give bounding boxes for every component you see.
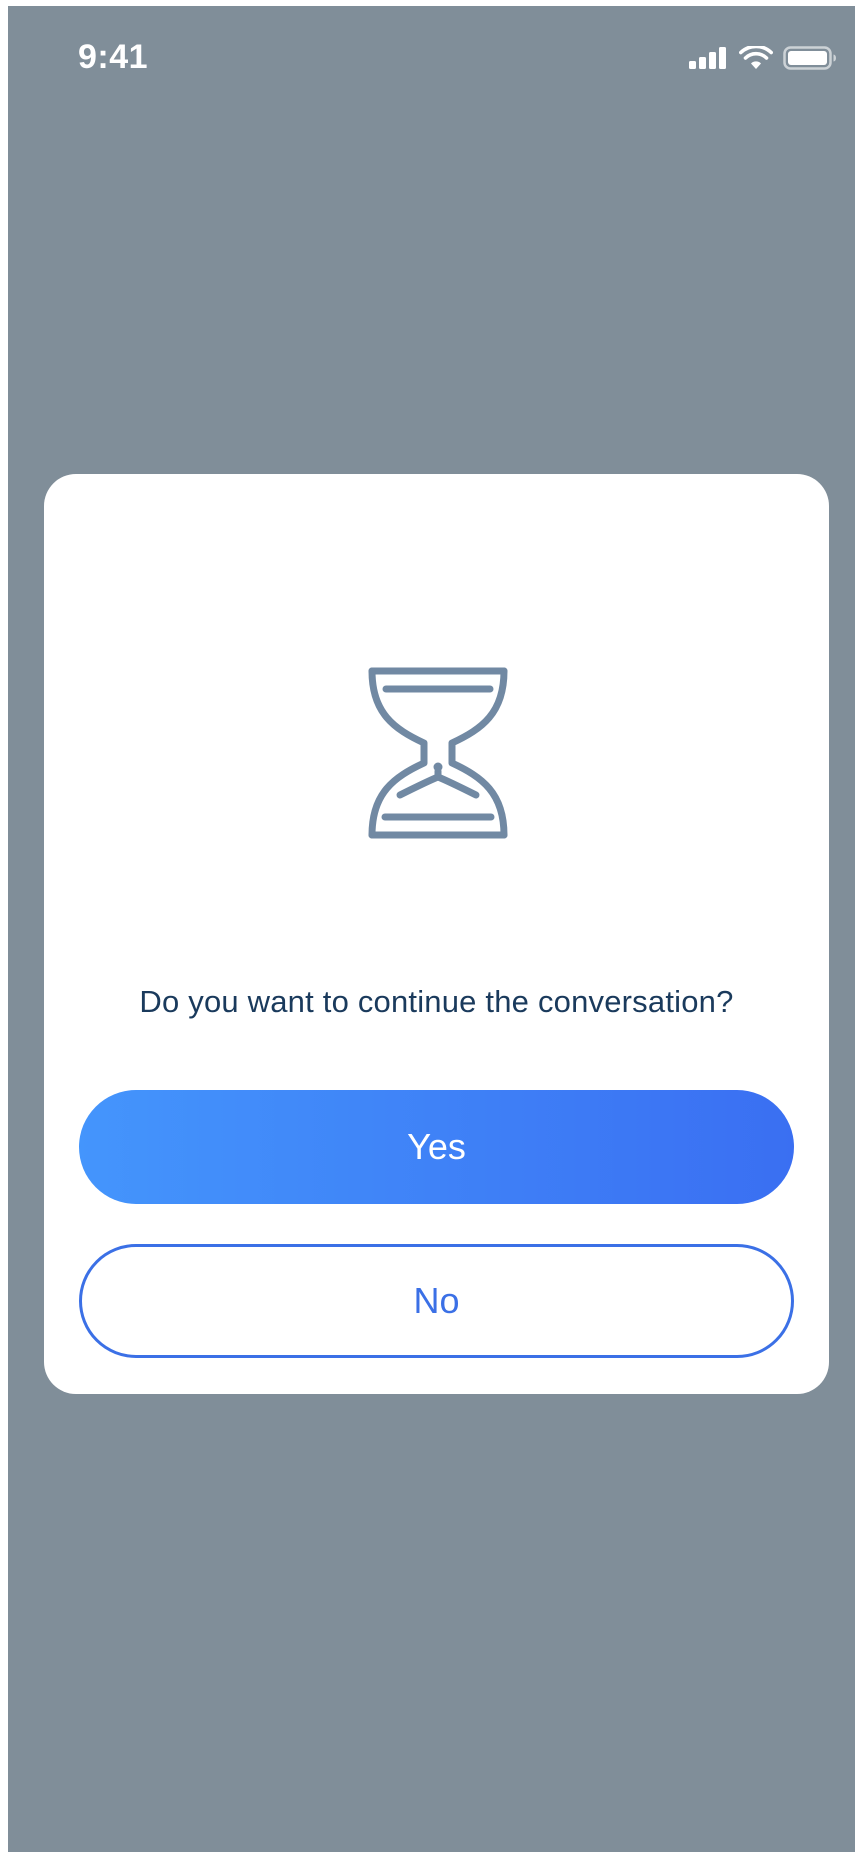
yes-button-label: Yes	[407, 1126, 466, 1167]
no-button[interactable]: No	[79, 1244, 794, 1358]
no-button-label: No	[413, 1280, 460, 1321]
battery-icon	[783, 46, 837, 70]
hourglass-icon	[368, 667, 508, 839]
wifi-icon	[739, 46, 773, 70]
status-bar: 9:41	[8, 6, 855, 106]
status-icons	[689, 46, 837, 70]
continue-conversation-dialog: Do you want to continue the conversation…	[44, 474, 829, 1394]
yes-button[interactable]: Yes	[79, 1090, 794, 1204]
status-time: 9:41	[78, 38, 149, 76]
dimmed-background: 9:41 Do you want to continue the convers…	[8, 6, 855, 1852]
dialog-question: Do you want to continue the conversation…	[139, 984, 734, 1019]
cellular-signal-icon	[689, 47, 729, 69]
